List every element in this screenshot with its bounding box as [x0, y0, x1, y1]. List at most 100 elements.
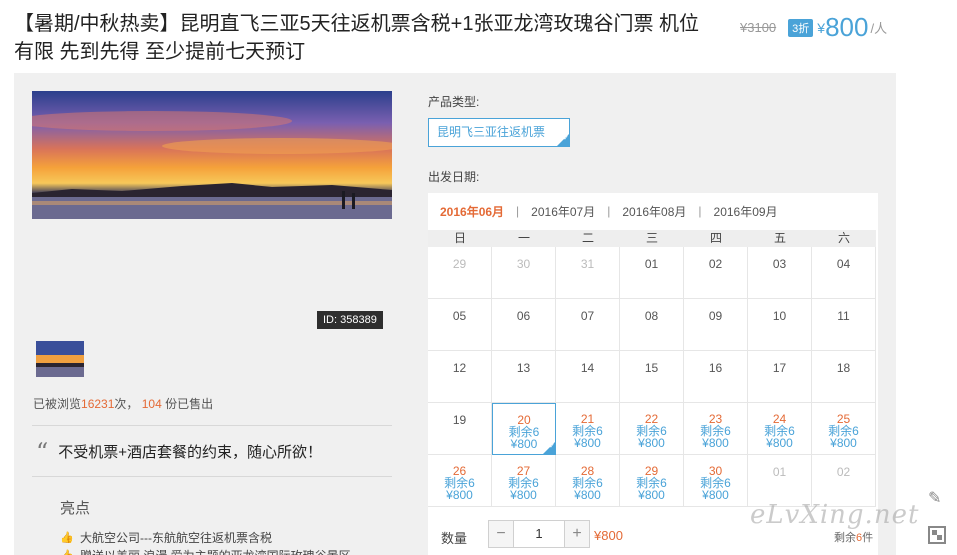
increment-button[interactable]: +	[564, 520, 590, 548]
day-number: 03	[772, 257, 787, 271]
calendar-day: 10	[748, 299, 812, 351]
calendar-day: 16	[684, 351, 748, 403]
calendar-day: 29	[428, 247, 492, 299]
id-tag: ID: 358389	[317, 311, 383, 329]
quantity-input[interactable]: 1	[514, 520, 564, 548]
product-type-option[interactable]: 昆明飞三亚往返机票	[428, 118, 570, 147]
weekday-label: 一	[517, 231, 530, 245]
quantity-stepper: − 1 +	[488, 520, 590, 548]
day-number: 19	[452, 413, 467, 427]
day-price: ¥800	[446, 488, 473, 502]
day-number: 16	[708, 361, 723, 375]
day-number: 12	[452, 361, 467, 375]
weekday-label: 六	[837, 231, 850, 245]
highlight-item: 👍 赠送以美丽,浪漫,爱为主题的亚龙湾国际玫瑰谷景区	[60, 547, 351, 555]
day-number: 09	[708, 309, 723, 323]
view-stats: 已被浏览16231次， 104 份已售出	[33, 395, 213, 412]
day-price: ¥800	[830, 436, 857, 450]
day-number: 08	[644, 309, 659, 323]
calendar-day[interactable]: 28 剩余6 ¥800	[556, 455, 620, 507]
day-number: 04	[836, 257, 851, 271]
calendar-day: 03	[748, 247, 812, 299]
calendar-day: 30	[492, 247, 556, 299]
day-price: ¥800	[574, 488, 601, 502]
day-number: 31	[580, 257, 595, 271]
day-number: 06	[516, 309, 531, 323]
thumbnail-image[interactable]	[36, 341, 84, 377]
month-tab[interactable]: 2016年06月	[428, 203, 516, 220]
month-tab[interactable]: 2016年08月	[610, 203, 698, 220]
calendar-day: 31	[556, 247, 620, 299]
pen-icon[interactable]: ✎	[928, 488, 946, 507]
day-price: ¥800	[638, 488, 665, 502]
selected-check-icon	[557, 134, 569, 146]
day-price: ¥800	[574, 436, 601, 450]
calendar-day: 13	[492, 351, 556, 403]
site-watermark: eLvXing.net	[750, 500, 920, 530]
highlights-title: 亮点	[60, 500, 91, 517]
highlight-text: 赠送以美丽,浪漫,爱为主题的亚龙湾国际玫瑰谷景区	[80, 547, 351, 555]
product-title: 【暑期/中秋热卖】昆明直飞三亚5天往返机票含税+1张亚龙湾玫瑰谷门票 机位有限 …	[14, 13, 700, 63]
calendar-day: 06	[492, 299, 556, 351]
highlight-text: 大航空公司---东航航空往返机票含税	[80, 531, 272, 545]
day-number: 05	[452, 309, 467, 323]
calendar-day: 07	[556, 299, 620, 351]
calendar-day: 09	[684, 299, 748, 351]
weekday-label: 五	[773, 231, 786, 245]
quote-block: “ 不受机票+酒店套餐的约束，随心所欲！	[36, 437, 322, 466]
thumbs-up-icon: 👍	[60, 550, 74, 555]
day-number: 29	[452, 257, 467, 271]
product-panel: ID: 358389 已被浏览16231次， 104 份已售出 “ 不受机票+酒…	[14, 73, 896, 555]
remaining-stock: 剩余6件	[834, 529, 873, 545]
calendar-day[interactable]: 27 剩余6 ¥800	[492, 455, 556, 507]
sold-count: 104	[141, 397, 162, 411]
day-number: 02	[836, 465, 851, 479]
calendar-day[interactable]: 30 剩余6 ¥800	[684, 455, 748, 507]
calendar-day[interactable]: 20 剩余6 ¥800	[492, 403, 556, 455]
calendar-day[interactable]: 29 剩余6 ¥800	[620, 455, 684, 507]
calendar-day[interactable]: 24 剩余6 ¥800	[748, 403, 812, 455]
weekday-label: 日	[453, 231, 466, 245]
highlight-item: 👍 大航空公司---东航航空往返机票含税	[60, 529, 272, 546]
day-number: 14	[580, 361, 595, 375]
calendar-day[interactable]: 25 剩余6 ¥800	[812, 403, 876, 455]
currency-symbol: ¥	[817, 19, 826, 36]
price-box: ¥3100 3折 ¥ 800 /人	[740, 12, 887, 43]
calendar-day[interactable]: 21 剩余6 ¥800	[556, 403, 620, 455]
calendar-day: 02	[684, 247, 748, 299]
calendar-day: 17	[748, 351, 812, 403]
product-type-value: 昆明飞三亚往返机票	[437, 125, 546, 139]
quote-mark-icon: “	[36, 437, 49, 466]
weekday-header: 日一二三四五六	[428, 230, 876, 247]
month-tabs: 2016年06月 | 2016年07月 | 2016年08月 | 2016年09月	[428, 193, 878, 229]
views-prefix: 已被浏览	[33, 397, 82, 411]
month-tab[interactable]: 2016年09月	[702, 203, 790, 220]
day-number: 01	[772, 465, 787, 479]
day-number: 02	[708, 257, 723, 271]
date-label: 出发日期:	[428, 170, 480, 184]
day-number: 11	[837, 309, 850, 323]
calendar-day[interactable]: 26 剩余6 ¥800	[428, 455, 492, 507]
calendar-day[interactable]: 22 剩余6 ¥800	[620, 403, 684, 455]
discount-badge: 3折	[788, 18, 814, 37]
day-price: ¥800	[702, 488, 729, 502]
hero-image[interactable]	[32, 91, 392, 219]
weekday-label: 四	[709, 231, 722, 245]
weekday-label: 三	[645, 231, 658, 245]
calendar-day: 18	[812, 351, 876, 403]
qr-code-icon[interactable]	[928, 526, 946, 544]
decrement-button[interactable]: −	[488, 520, 514, 548]
view-count: 16231	[81, 397, 115, 411]
calendar-day: 08	[620, 299, 684, 351]
month-tab[interactable]: 2016年07月	[519, 203, 607, 220]
calendar-day: 14	[556, 351, 620, 403]
day-price: ¥800	[510, 488, 537, 502]
day-price: ¥800	[638, 436, 665, 450]
calendar-day: 12	[428, 351, 492, 403]
current-price: 800	[825, 12, 869, 42]
day-number: 07	[580, 309, 595, 323]
calendar-day[interactable]: 23 剩余6 ¥800	[684, 403, 748, 455]
day-number: 17	[772, 361, 787, 375]
day-number: 10	[772, 309, 787, 323]
thumbs-up-icon: 👍	[60, 531, 74, 544]
